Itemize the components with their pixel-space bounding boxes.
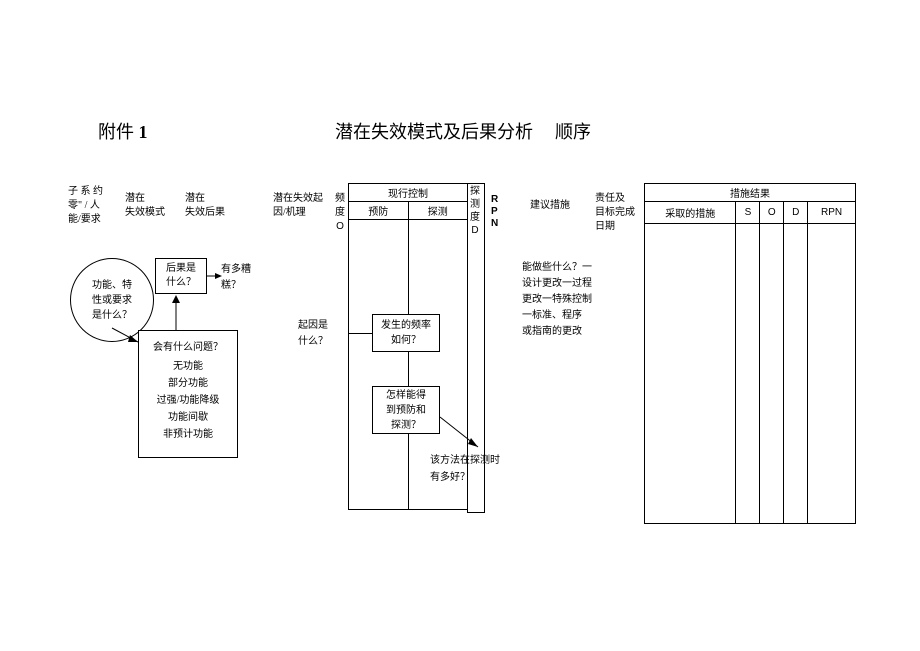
hdr-responsibility: 责任及目标完成日期: [595, 192, 635, 234]
main-title: 潜在失效模式及后果分析: [335, 118, 533, 144]
hdr-failure-mode: 潜在失效模式: [125, 192, 165, 220]
act-s: S: [736, 202, 760, 224]
order-title: 顺序: [555, 118, 591, 144]
attachment-num: 1: [139, 122, 148, 142]
arrow-box2-box1: [168, 293, 184, 333]
attachment-title: 附件 1: [98, 118, 148, 144]
ctrl-detect: 探测: [408, 202, 468, 220]
hdr-rpn: RPN: [491, 194, 498, 230]
attachment-word: 附件: [98, 122, 134, 142]
hdr-failure-effect: 潜在失效后果: [185, 192, 225, 220]
act-taken: 采取的措施: [645, 202, 736, 224]
effect-box: 后果是 什么？: [155, 258, 207, 294]
act-header: 措施结果: [645, 184, 856, 202]
arrow-circle-box2: [106, 322, 146, 352]
action-results-table: 措施结果 采取的措施 S O D RPN: [644, 183, 856, 524]
whatcando-text: 能做些什么？一 设计更改一过程 更改一特殊控制 一标准、程序 或指南的更改: [522, 260, 592, 340]
hdr-subsystem: 子 系 约零" / 人能/要求: [68, 185, 103, 227]
arrow-box1-howbad: [206, 270, 224, 282]
act-rpn: RPN: [808, 202, 856, 224]
act-d: D: [784, 202, 808, 224]
ctrl-header: 现行控制: [349, 184, 468, 202]
cause-text: 起因是 什么？: [298, 318, 328, 350]
hdr-cause: 潜在失效起因/机理: [273, 192, 323, 220]
detect-box: 怎样能得 到预防和 探测？: [372, 386, 440, 434]
hdr-detection: 探测度D: [470, 185, 480, 237]
problems-box: 会有什么问题？ 无功能 部分功能 过强/功能降级 功能间歇 非预计功能: [138, 330, 238, 458]
arrow-detect: [438, 415, 486, 455]
ctrl-prevent: 预防: [349, 202, 409, 220]
goodness-text: 该方法在探测时 有多好？: [430, 452, 500, 486]
howbad-text: 有多糟 糕？: [221, 262, 251, 294]
hdr-occurrence: 频度O: [335, 192, 345, 234]
act-o: O: [760, 202, 784, 224]
freq-box: 发生的频率 如何？: [372, 314, 440, 352]
hdr-recommend: 建议措施: [530, 199, 570, 213]
